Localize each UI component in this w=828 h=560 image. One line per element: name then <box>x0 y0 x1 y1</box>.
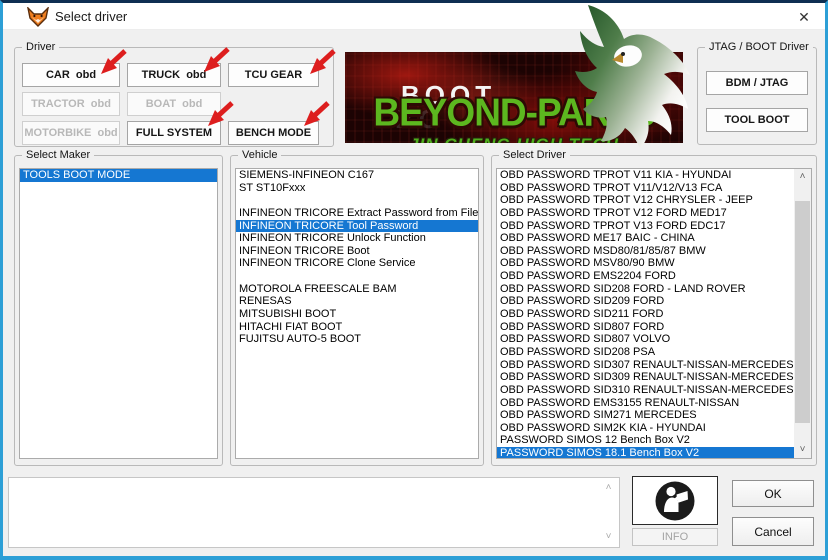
info-button[interactable] <box>632 476 718 525</box>
vehicle-label: Vehicle <box>238 149 282 161</box>
driver-list-item[interactable]: OBD PASSWORD MSD80/81/85/87 BMW <box>497 245 794 258</box>
driver-notes-box[interactable]: ˄ ˅ <box>8 477 620 548</box>
driver-list-item[interactable]: OBD PASSWORD EMS3155 RENAULT-NISSAN <box>497 397 794 410</box>
driver-mode-button[interactable]: TRACTOR obd <box>22 92 120 116</box>
vehicle-list-item[interactable]: INFINEON TRICORE Unlock Function <box>236 232 478 245</box>
driver-list-item[interactable]: OBD PASSWORD MSV80/90 BMW <box>497 257 794 270</box>
jtag-boot-group: JTAG / BOOT Driver BDM / JTAG TOOL BOOT <box>697 41 817 145</box>
driver-group-label: Driver <box>22 41 60 53</box>
driver-list: OBD PASSWORD TPROT V11 KIA - HYUNDAI OBD … <box>496 168 812 459</box>
scrollbar-thumb[interactable] <box>795 201 810 423</box>
notes-scroll-down-icon[interactable]: ˅ <box>600 529 617 545</box>
select-driver-dialog: Select driver ✕ Driver CAR obd TRUCK obd T… <box>0 0 828 560</box>
vehicle-list-item[interactable]: FUJITSU AUTO-5 BOOT <box>236 333 478 346</box>
vehicle-list-item[interactable]: INFINEON TRICORE Boot <box>236 245 478 258</box>
driver-list-scrollbar[interactable]: ˄ ˅ <box>794 169 811 458</box>
annotation-arrow-bench-mode <box>304 101 330 126</box>
vehicle-list-item[interactable]: INFINEON TRICORE Tool Password <box>236 219 478 233</box>
scroll-down-icon[interactable]: ˅ <box>794 442 811 458</box>
vehicle-list-item[interactable]: HITACHI FIAT BOOT <box>236 321 478 334</box>
annotation-arrow-tcu-gear <box>310 49 336 74</box>
driver-list-item[interactable]: OBD PASSWORD SID310 RENAULT-NISSAN-MERCE… <box>497 384 794 397</box>
driver-mode-button[interactable]: MOTORBIKE obd <box>22 121 120 145</box>
driver-list-item[interactable]: OBD PASSWORD TPROT V12 CHRYSLER - JEEP <box>497 194 794 207</box>
driver-list-item[interactable]: OBD PASSWORD TPROT V11/V12/V13 FCA <box>497 182 794 195</box>
vehicle-list-item[interactable]: ST ST10Fxxx <box>236 182 478 195</box>
driver-list-item[interactable]: PASSWORD SIMOS 12 Bench Box V2 <box>497 434 794 447</box>
vehicle-list-item[interactable]: MITSUBISHI BOOT <box>236 308 478 321</box>
eagle-watermark-icon <box>575 5 690 149</box>
driver-list-item[interactable]: OBD PASSWORD SID208 FORD - LAND ROVER <box>497 283 794 296</box>
close-icon[interactable]: ✕ <box>793 7 815 27</box>
vehicle-list-item[interactable]: INFINEON TRICORE Clone Service <box>236 257 478 270</box>
driver-list-item[interactable]: OBD PASSWORD SID208 PSA <box>497 346 794 359</box>
annotation-arrow-full-system <box>208 101 234 126</box>
driver-list-item[interactable]: OBD PASSWORD SIM271 MERCEDES <box>497 409 794 422</box>
driver-group: Driver CAR obd TRUCK obd TCU GEAR TRACTOR o… <box>14 41 334 147</box>
vehicle-list-item[interactable] <box>236 270 478 283</box>
vehicle-list-item[interactable]: RENESAS <box>236 295 478 308</box>
driver-button-grid: CAR obd TRUCK obd TCU GEAR TRACTOR obd BOAT … <box>22 63 319 145</box>
tool-boot-button[interactable]: TOOL BOOT <box>706 108 808 132</box>
app-logo-fox-icon <box>27 7 49 27</box>
select-maker-label: Select Maker <box>22 149 95 161</box>
driver-list-item[interactable]: OBD PASSWORD EMS2204 FORD <box>497 270 794 283</box>
annotation-arrow-car-obd <box>101 49 127 74</box>
driver-list-item[interactable]: OBD PASSWORD SID209 FORD <box>497 295 794 308</box>
select-driver-group: Select Driver OBD PASSWORD TPROT V11 KIA… <box>491 149 817 466</box>
driver-list-item[interactable]: OBD PASSWORD TPROT V11 KIA - HYUNDAI <box>497 169 794 182</box>
vehicle-group: Vehicle SIEMENS-INFINEON C167 ST ST10Fxxx… <box>230 149 484 466</box>
cancel-button[interactable]: Cancel <box>732 517 814 546</box>
ok-button[interactable]: OK <box>732 480 814 507</box>
vehicle-list-item[interactable]: MOTOROLA FREESCALE BAM <box>236 283 478 296</box>
maker-list-item[interactable]: TOOLS BOOT MODE <box>20 169 217 182</box>
driver-list-item[interactable]: OBD PASSWORD SID307 RENAULT-NISSAN-MERCE… <box>497 359 794 372</box>
driver-list-item[interactable]: OBD PASSWORD SID309 RENAULT-NISSAN-MERCE… <box>497 371 794 384</box>
scroll-up-icon[interactable]: ˄ <box>794 169 811 185</box>
maker-list: TOOLS BOOT MODE <box>19 168 218 459</box>
driver-list-item[interactable]: OBD PASSWORD SID807 FORD <box>497 321 794 334</box>
bdm-jtag-button[interactable]: BDM / JTAG <box>706 71 808 95</box>
driver-list-item[interactable]: OBD PASSWORD SIM2K KIA - HYUNDAI <box>497 422 794 435</box>
person-reading-manual-icon <box>655 481 695 520</box>
select-maker-group: Select Maker TOOLS BOOT MODE <box>14 149 223 466</box>
info-button-label[interactable]: INFO <box>632 528 718 546</box>
notes-scroll-up-icon[interactable]: ˄ <box>600 480 617 496</box>
driver-list-item[interactable]: OBD PASSWORD TPROT V12 FORD MED17 <box>497 207 794 220</box>
driver-list-item[interactable]: PASSWORD SIMOS 18.1 Bench Box V2 <box>497 447 794 458</box>
driver-list-item[interactable]: OBD PASSWORD SID807 VOLVO <box>497 333 794 346</box>
driver-mode-button[interactable]: TCU GEAR <box>228 63 319 87</box>
vehicle-list-item[interactable]: INFINEON TRICORE Extract Password from F… <box>236 207 478 220</box>
driver-list-item[interactable]: OBD PASSWORD SID211 FORD <box>497 308 794 321</box>
jtag-boot-group-label: JTAG / BOOT Driver <box>705 41 813 53</box>
driver-list-item[interactable]: OBD PASSWORD ME17 BAIC - CHINA <box>497 232 794 245</box>
vehicle-list: SIEMENS-INFINEON C167 ST ST10Fxxx INFINEO… <box>235 168 479 459</box>
driver-list-item[interactable]: OBD PASSWORD TPROT V13 FORD EDC17 <box>497 220 794 233</box>
annotation-arrow-truck-obd <box>204 47 230 72</box>
vehicle-list-item[interactable]: SIEMENS-INFINEON C167 <box>236 169 478 182</box>
vehicle-list-item[interactable] <box>236 194 478 207</box>
window-title: Select driver <box>55 9 128 24</box>
